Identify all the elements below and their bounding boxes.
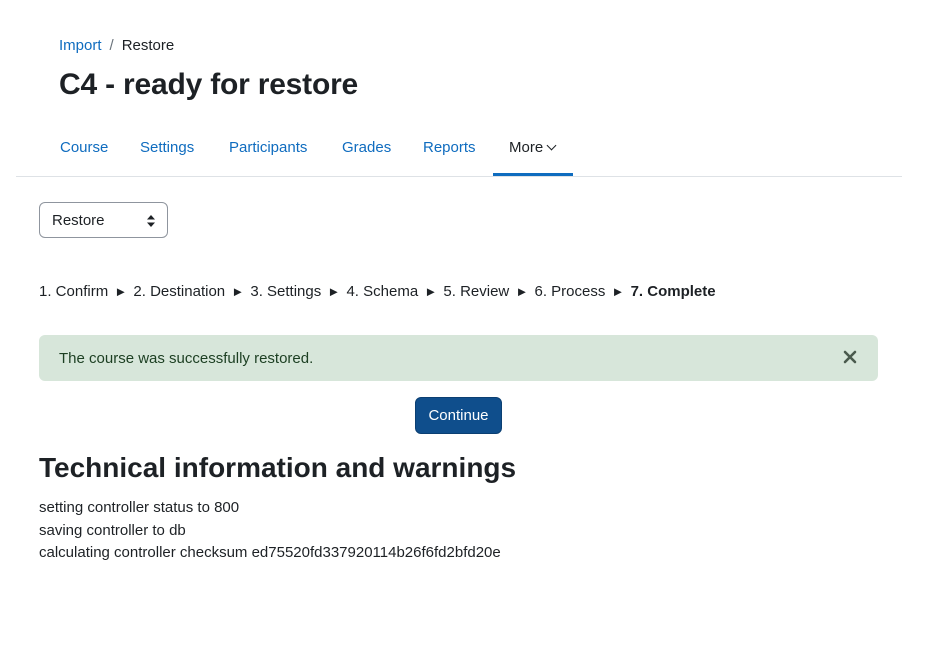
page-title: C4 - ready for restore — [59, 68, 359, 101]
step-process: 6. Process — [534, 283, 606, 300]
alert-message: The course was successfully restored. — [59, 349, 314, 367]
step-arrow-icon: ► — [515, 284, 529, 299]
continue-button[interactable]: Continue — [415, 397, 502, 434]
log-line: saving controller to db — [39, 521, 186, 539]
tab-participants[interactable]: Participants — [229, 118, 307, 177]
tab-settings[interactable]: Settings — [140, 118, 194, 177]
breadcrumb: Import / Restore — [59, 37, 174, 54]
active-tab-indicator — [493, 173, 573, 176]
tab-reports-label: Reports — [423, 139, 476, 156]
restore-progress-steps: 1. Confirm ► 2. Destination ► 3. Setting… — [39, 283, 716, 300]
step-arrow-icon: ► — [611, 284, 625, 299]
tab-settings-label: Settings — [140, 139, 195, 156]
technical-log: setting controller status to 800 saving … — [39, 497, 501, 565]
tab-course-label: Course — [60, 139, 109, 156]
breadcrumb-separator: / — [109, 37, 114, 54]
tab-grades-label: Grades — [342, 139, 392, 156]
tab-grades[interactable]: Grades — [342, 118, 391, 177]
success-alert: The course was successfully restored. — [39, 335, 878, 381]
step-destination: 2. Destination — [133, 283, 226, 300]
tab-reports[interactable]: Reports — [423, 118, 476, 177]
step-review: 5. Review — [443, 283, 510, 300]
technical-info-heading: Technical information and warnings — [39, 452, 517, 483]
restore-action-select[interactable]: Restore — [39, 202, 168, 238]
close-icon[interactable] — [842, 349, 858, 365]
breadcrumb-link-import[interactable]: Import — [59, 37, 102, 54]
secondary-navigation: Course Settings Participants Grades Repo… — [16, 118, 902, 177]
tab-course[interactable]: Course — [60, 118, 108, 177]
log-line: setting controller status to 800 — [39, 499, 240, 516]
tab-participants-label: Participants — [229, 139, 308, 156]
chevron-down-icon — [546, 140, 557, 151]
step-arrow-icon: ► — [424, 284, 438, 299]
tab-more[interactable]: More — [509, 118, 557, 177]
step-schema: 4. Schema — [346, 283, 419, 300]
select-arrows-icon — [147, 215, 155, 227]
step-arrow-icon: ► — [327, 284, 341, 299]
step-arrow-icon: ► — [114, 284, 128, 299]
breadcrumb-current: Restore — [121, 37, 175, 54]
step-complete: 7. Complete — [630, 283, 716, 300]
step-confirm: 1. Confirm — [39, 283, 109, 300]
step-arrow-icon: ► — [231, 284, 245, 299]
select-value: Restore — [52, 211, 105, 229]
step-settings: 3. Settings — [250, 283, 322, 300]
log-line: calculating controller checksum ed75520f… — [39, 544, 501, 561]
tab-more-label: More — [509, 139, 544, 156]
